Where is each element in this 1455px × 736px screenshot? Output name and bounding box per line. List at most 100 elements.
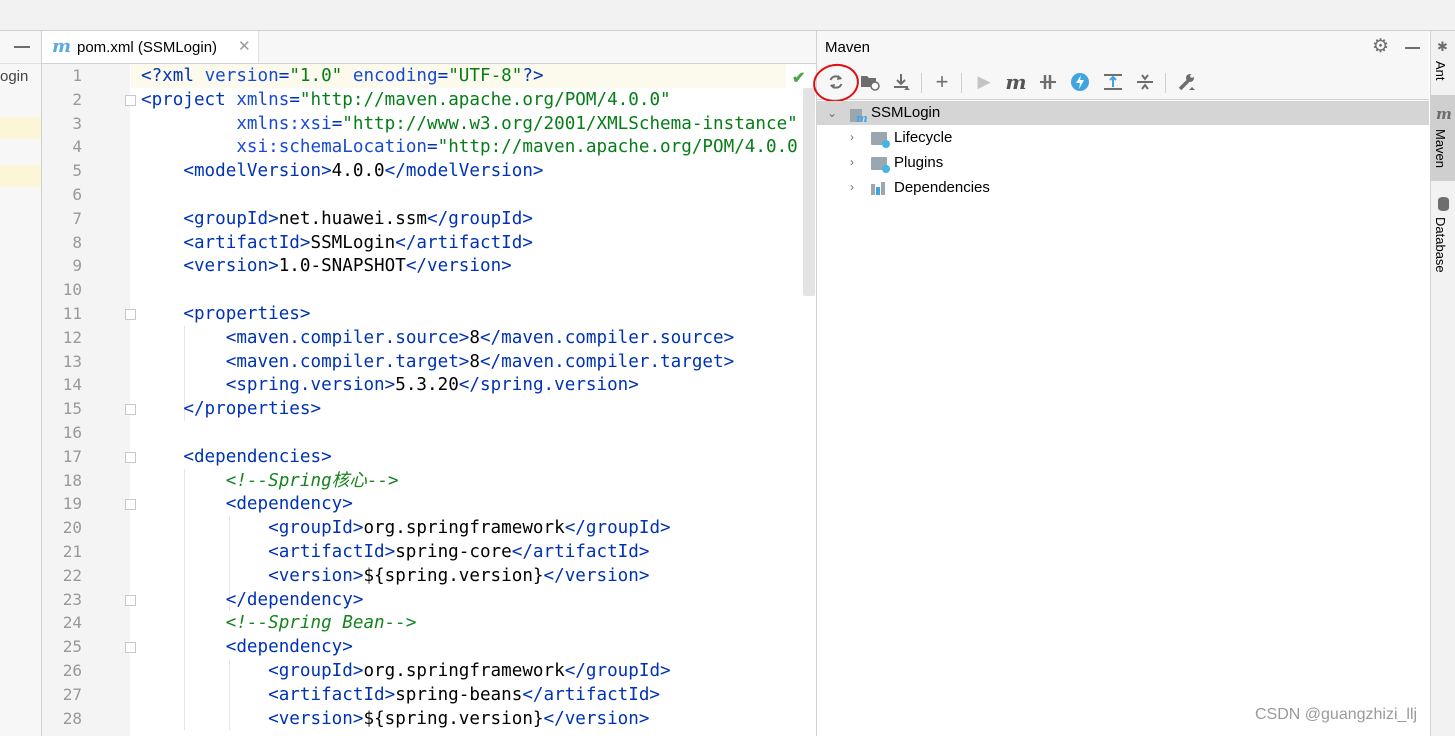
tab-pom-xml[interactable]: m pom.xml (SSMLogin) ✕ xyxy=(42,31,259,63)
line-number: 25 xyxy=(62,637,82,657)
maven-panel: Maven ⚙ + ▶ m ⌄ m SSMLogin › Lifecycle ›… xyxy=(810,31,1429,736)
chevron-down-icon[interactable]: ⌄ xyxy=(827,106,837,120)
maven-toolbar: + ▶ m xyxy=(810,60,1429,106)
hide-panel-icon[interactable] xyxy=(14,46,30,48)
tree-item-dependencies[interactable]: Dependencies xyxy=(894,176,990,200)
chevron-right-icon[interactable]: › xyxy=(850,130,854,144)
code-line[interactable]: xsi:schemaLocation="http://maven.apache.… xyxy=(141,135,803,159)
line-number: 20 xyxy=(62,518,82,538)
collapse-all-icon[interactable] xyxy=(1132,70,1158,94)
code-line[interactable]: <?xml version="1.0" encoding="UTF-8"?> xyxy=(141,64,803,88)
code-line[interactable]: <artifactId>SSMLogin</artifactId> xyxy=(141,231,803,255)
chevron-right-icon[interactable]: › xyxy=(850,180,854,194)
watermark: CSDN @guangzhizi_llj xyxy=(1255,706,1418,723)
editor-tab-bar: m pom.xml (SSMLogin) ✕ xyxy=(42,31,816,64)
code-line[interactable]: <artifactId>spring-core</artifactId> xyxy=(141,540,803,564)
code-line[interactable]: <properties> xyxy=(141,302,803,326)
code-line[interactable] xyxy=(141,183,803,207)
tree-item-lifecycle[interactable]: Lifecycle xyxy=(894,126,952,150)
maven-panel-header: Maven ⚙ xyxy=(817,31,1429,65)
fold-marker-icon[interactable] xyxy=(125,451,136,463)
tool-window-maven[interactable]: Maven xyxy=(1433,129,1448,168)
code-line[interactable] xyxy=(141,421,803,445)
skip-tests-icon[interactable] xyxy=(1067,70,1093,94)
tree-item-plugins[interactable]: Plugins xyxy=(894,151,943,175)
add-icon[interactable]: + xyxy=(929,70,955,94)
tree-root-label[interactable]: SSMLogin xyxy=(871,101,940,125)
project-panel: ogin xyxy=(0,31,42,736)
fold-marker-icon[interactable] xyxy=(125,404,136,416)
line-number: 15 xyxy=(62,399,82,419)
settings-wrench-icon[interactable] xyxy=(1174,70,1200,94)
generate-sources-icon[interactable] xyxy=(857,70,883,94)
line-number: 16 xyxy=(62,423,82,442)
code-line[interactable]: <version>1.0-SNAPSHOT</version> xyxy=(141,254,803,278)
code-line[interactable] xyxy=(141,278,803,302)
code-line[interactable]: <maven.compiler.target>8</maven.compiler… xyxy=(141,350,803,374)
code-line[interactable]: <dependency> xyxy=(141,635,803,659)
annotation-circle xyxy=(810,60,862,106)
line-number: 13 xyxy=(62,351,82,371)
editor-scrollbar[interactable] xyxy=(803,88,815,296)
code-line[interactable]: </dependency> xyxy=(141,588,803,612)
run-icon[interactable]: ▶ xyxy=(971,70,997,94)
code-line[interactable]: <artifactId>spring-beans</artifactId> xyxy=(141,683,803,707)
code-line[interactable]: <groupId>org.springframework</groupId> xyxy=(141,516,803,540)
line-number: 5 xyxy=(72,161,82,181)
tool-window-ant[interactable]: Ant xyxy=(1433,61,1448,81)
lifecycle-folder-icon xyxy=(871,132,890,148)
line-number: 3 xyxy=(72,113,82,133)
gear-icon[interactable]: ⚙ xyxy=(1372,35,1389,58)
fold-marker-icon[interactable] xyxy=(125,499,136,511)
code-line[interactable]: <project xmlns="http://maven.apache.org/… xyxy=(141,88,803,112)
reload-icon[interactable] xyxy=(810,60,862,106)
code-line[interactable]: <version>${spring.version}</version> xyxy=(141,564,803,588)
code-line[interactable]: <groupId>net.huawei.ssm</groupId> xyxy=(141,207,803,231)
fold-marker-icon[interactable] xyxy=(125,94,136,106)
toggle-offline-icon[interactable] xyxy=(1035,70,1061,94)
database-icon xyxy=(1438,197,1449,211)
line-number: 2 xyxy=(72,89,82,109)
code-line[interactable]: <dependencies> xyxy=(141,445,803,469)
line-number: 11 xyxy=(62,304,82,323)
code-line[interactable]: </properties> xyxy=(141,397,803,421)
line-number: 17 xyxy=(62,446,82,466)
line-number: 10 xyxy=(62,280,82,300)
line-number: 8 xyxy=(72,232,82,252)
line-number: 19 xyxy=(62,494,82,514)
download-icon[interactable] xyxy=(889,70,915,94)
execute-goal-icon[interactable]: m xyxy=(1003,70,1029,94)
hide-panel-icon[interactable] xyxy=(1405,47,1420,49)
ant-icon: ✱ xyxy=(1437,39,1448,54)
code-line[interactable]: <!--Spring核心--> xyxy=(141,469,803,493)
right-tool-stripe: ✱ Ant m Maven Database xyxy=(1430,31,1455,736)
fold-marker-icon[interactable] xyxy=(125,309,136,320)
fold-marker-icon[interactable] xyxy=(125,594,136,606)
project-tree-label[interactable]: ogin xyxy=(0,68,28,85)
toolbar-separator xyxy=(961,73,962,93)
code-line[interactable]: <maven.compiler.source>8</maven.compiler… xyxy=(141,326,803,350)
inspection-ok-icon[interactable]: ✔ xyxy=(792,68,805,88)
code-line[interactable]: <dependency> xyxy=(141,492,803,516)
tool-window-database[interactable]: Database xyxy=(1433,217,1448,273)
line-number: 1 xyxy=(72,66,82,85)
code-line[interactable]: <spring.version>5.3.20</spring.version> xyxy=(141,373,803,397)
line-number: 24 xyxy=(62,613,82,633)
project-panel-header xyxy=(0,31,41,64)
line-number: 26 xyxy=(62,661,82,680)
code-line[interactable]: xmlns:xsi="http://www.w3.org/2001/XMLSch… xyxy=(141,112,803,136)
title-bar xyxy=(0,0,1455,31)
code-line[interactable]: <!--Spring Bean--> xyxy=(141,611,803,635)
show-dependencies-icon[interactable] xyxy=(1100,70,1126,94)
line-number: 18 xyxy=(62,470,82,490)
project-tree-highlight xyxy=(0,165,41,187)
tab-title: pom.xml (SSMLogin) xyxy=(77,39,218,56)
code-line[interactable]: <version>${spring.version}</version> xyxy=(141,707,803,731)
code-line[interactable]: <groupId>org.springframework</groupId> xyxy=(141,659,803,683)
line-number: 23 xyxy=(62,589,82,609)
fold-marker-icon[interactable] xyxy=(125,642,136,654)
line-number: 6 xyxy=(72,185,82,204)
code-line[interactable]: <modelVersion>4.0.0</modelVersion> xyxy=(141,159,803,183)
chevron-right-icon[interactable]: › xyxy=(850,155,854,169)
close-icon[interactable]: ✕ xyxy=(238,37,251,55)
